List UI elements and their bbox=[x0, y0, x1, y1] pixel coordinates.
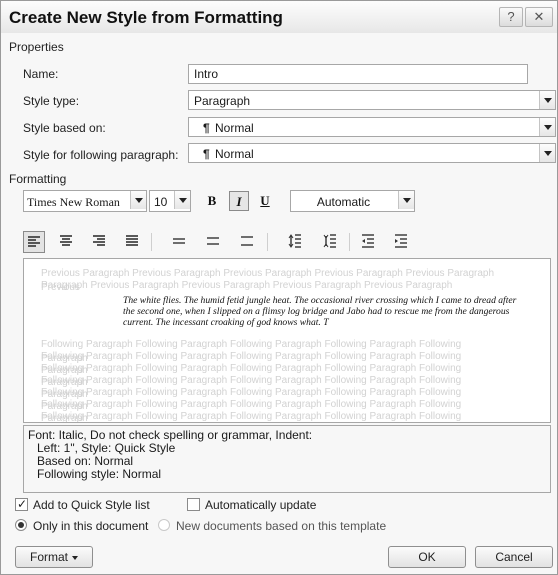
following-label: Style for following paragraph: bbox=[23, 148, 179, 162]
formatting-header: Formatting bbox=[9, 172, 67, 186]
chevron-down-icon[interactable] bbox=[130, 191, 146, 209]
ok-button[interactable]: OK bbox=[388, 546, 466, 568]
properties-header: Properties bbox=[9, 40, 64, 54]
chevron-down-icon bbox=[72, 555, 78, 560]
cancel-button[interactable]: Cancel bbox=[475, 546, 553, 568]
auto-update-label: Automatically update bbox=[205, 498, 317, 512]
decrease-indent-button[interactable] bbox=[358, 231, 380, 253]
size-value: 10 bbox=[154, 195, 168, 209]
close-button[interactable]: ✕ bbox=[525, 7, 553, 27]
toolbar-divider bbox=[267, 233, 268, 251]
align-center-icon bbox=[60, 235, 72, 246]
double-spacing-button[interactable] bbox=[237, 231, 259, 253]
font-color-select[interactable]: Automatic bbox=[290, 190, 415, 212]
one-half-spacing-icon bbox=[207, 237, 219, 245]
font-color-value: Automatic bbox=[316, 195, 371, 209]
font-value: Times New Roman bbox=[27, 195, 120, 209]
chevron-down-icon[interactable] bbox=[539, 91, 555, 109]
align-right-icon bbox=[93, 235, 105, 246]
question-mark-icon: ? bbox=[507, 9, 515, 24]
chevron-down-icon[interactable] bbox=[174, 191, 190, 209]
single-spacing-icon bbox=[173, 238, 185, 244]
pilcrow-icon: ¶ bbox=[203, 121, 210, 135]
new-documents-label: New documents based on this template bbox=[176, 519, 387, 533]
space-increase-icon bbox=[288, 234, 301, 248]
single-spacing-button[interactable] bbox=[169, 231, 191, 253]
description-line: Following style: Normal bbox=[37, 467, 162, 481]
italic-button[interactable]: I bbox=[229, 191, 249, 211]
preview-pane: Previous Paragraph Previous Paragraph Pr… bbox=[23, 258, 551, 423]
space-before-increase-button[interactable] bbox=[285, 231, 307, 253]
only-this-document-radio[interactable] bbox=[15, 519, 27, 531]
following-paragraph-text: Following Paragraph Following Paragraph … bbox=[41, 411, 462, 422]
add-quick-style-label: Add to Quick Style list bbox=[33, 498, 150, 512]
chevron-down-icon[interactable] bbox=[539, 118, 555, 136]
add-quick-style-checkbox[interactable] bbox=[15, 497, 28, 511]
previous-paragraph-text: Paragraph Previous Paragraph Previous Pa… bbox=[41, 280, 453, 291]
format-button-label: Format bbox=[29, 550, 68, 564]
following-value: Normal bbox=[215, 147, 254, 161]
preview-sample-text: The white flies. The humid fetid jungle … bbox=[123, 295, 517, 328]
help-button[interactable]: ? bbox=[499, 7, 523, 27]
pilcrow-icon: ¶ bbox=[203, 147, 210, 161]
following-select[interactable]: ¶ Normal bbox=[188, 143, 556, 163]
chevron-down-icon[interactable] bbox=[539, 144, 555, 162]
toolbar-divider bbox=[151, 233, 152, 251]
underline-button[interactable]: U bbox=[255, 191, 275, 211]
align-center-button[interactable] bbox=[56, 231, 78, 253]
alignment-toolbar bbox=[23, 231, 453, 255]
close-icon: ✕ bbox=[533, 9, 545, 24]
style-type-label: Style type: bbox=[23, 94, 80, 108]
font-select[interactable]: Times New Roman bbox=[23, 190, 147, 212]
title-bar: Create New Style from Formatting ? ✕ bbox=[1, 1, 557, 33]
based-on-value: Normal bbox=[215, 121, 254, 135]
decrease-indent-icon bbox=[362, 234, 374, 248]
dialog-title: Create New Style from Formatting bbox=[9, 8, 283, 27]
only-this-document-label: Only in this document bbox=[33, 519, 149, 533]
style-type-select[interactable]: Paragraph bbox=[188, 90, 556, 110]
one-half-spacing-button[interactable] bbox=[203, 231, 225, 253]
style-type-value: Paragraph bbox=[194, 94, 251, 108]
name-input[interactable]: Intro bbox=[188, 64, 528, 84]
align-left-icon bbox=[28, 236, 40, 247]
new-documents-radio[interactable] bbox=[158, 519, 170, 531]
bold-button[interactable]: B bbox=[202, 191, 222, 211]
chevron-down-icon[interactable] bbox=[398, 191, 414, 209]
based-on-select[interactable]: ¶ Normal bbox=[188, 117, 556, 137]
size-select[interactable]: 10 bbox=[149, 190, 191, 212]
space-decrease-icon bbox=[323, 234, 336, 248]
increase-indent-button[interactable] bbox=[391, 231, 413, 253]
justify-icon bbox=[126, 235, 138, 246]
toolbar-divider bbox=[349, 233, 350, 251]
based-on-label: Style based on: bbox=[23, 121, 106, 135]
double-spacing-icon bbox=[241, 236, 253, 246]
auto-update-checkbox[interactable] bbox=[187, 498, 200, 511]
name-label: Name: bbox=[23, 67, 59, 81]
align-left-button[interactable] bbox=[23, 231, 45, 253]
format-button[interactable]: Format bbox=[15, 546, 93, 568]
space-before-decrease-button[interactable] bbox=[320, 231, 342, 253]
align-right-button[interactable] bbox=[89, 231, 111, 253]
increase-indent-icon bbox=[395, 234, 407, 248]
create-style-dialog: Create New Style from Formatting ? ✕ Pro… bbox=[0, 0, 558, 575]
justify-button[interactable] bbox=[122, 231, 144, 253]
style-description: Font: Italic, Do not check spelling or g… bbox=[23, 425, 551, 493]
